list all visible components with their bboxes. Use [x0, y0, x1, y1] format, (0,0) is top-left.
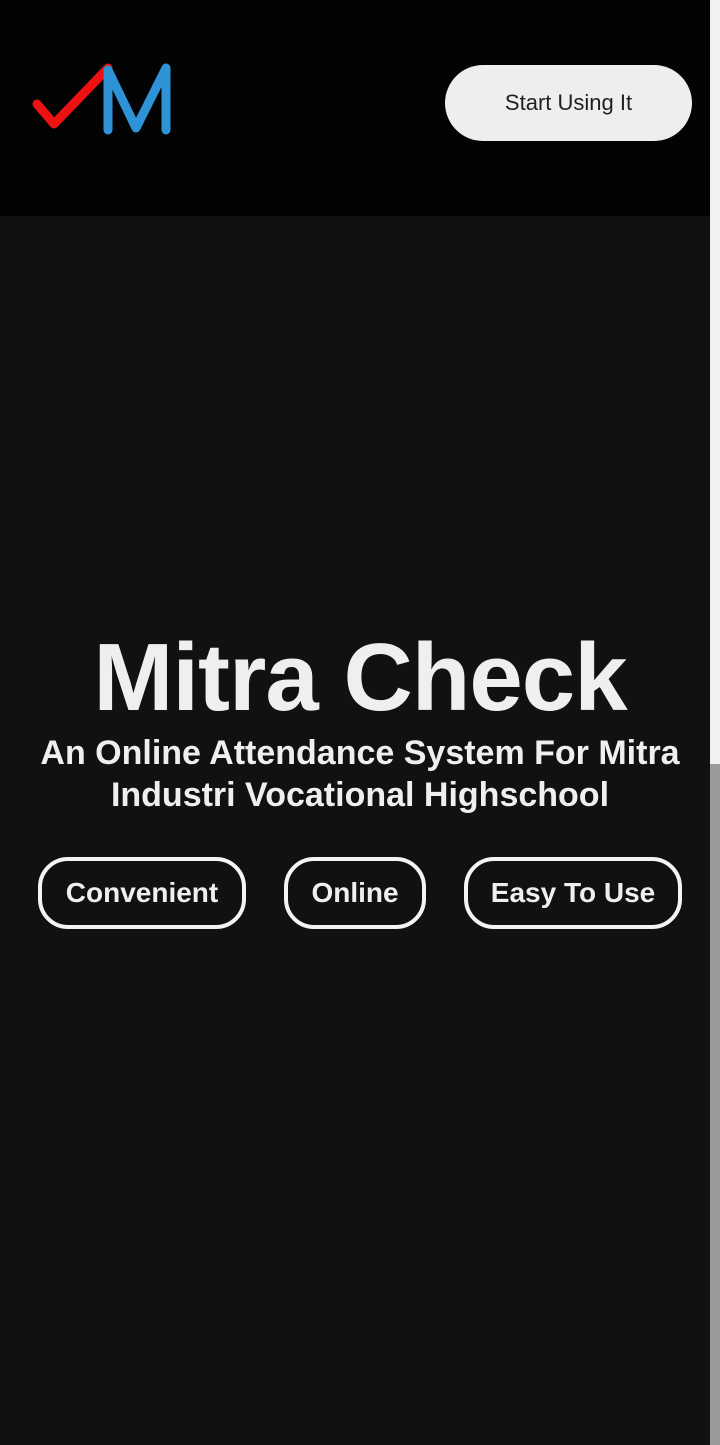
scrollbar-thumb[interactable] [710, 764, 720, 1445]
hero-subtitle-line-1: An Online Attendance System For Mitra [40, 734, 680, 772]
hero-subtitle: An Online Attendance System For Mitra In… [0, 732, 720, 816]
hero-subtitle-line-2: Industri Vocational Highschool [110, 776, 610, 814]
hero-title: Mitra Check [93, 624, 627, 731]
mitra-check-logo-icon[interactable] [30, 60, 174, 140]
feature-pill-easy-to-use: Easy To Use [464, 857, 682, 929]
hero-section: Mitra Check An Online Attendance System … [0, 216, 710, 1445]
feature-pill-online: Online [284, 857, 426, 929]
site-header: Start Using It [0, 0, 710, 216]
landing-page: Start Using It Mitra Check An Online Att… [0, 0, 720, 1445]
start-using-it-button[interactable]: Start Using It [445, 65, 692, 141]
feature-pill-convenient: Convenient [38, 857, 246, 929]
